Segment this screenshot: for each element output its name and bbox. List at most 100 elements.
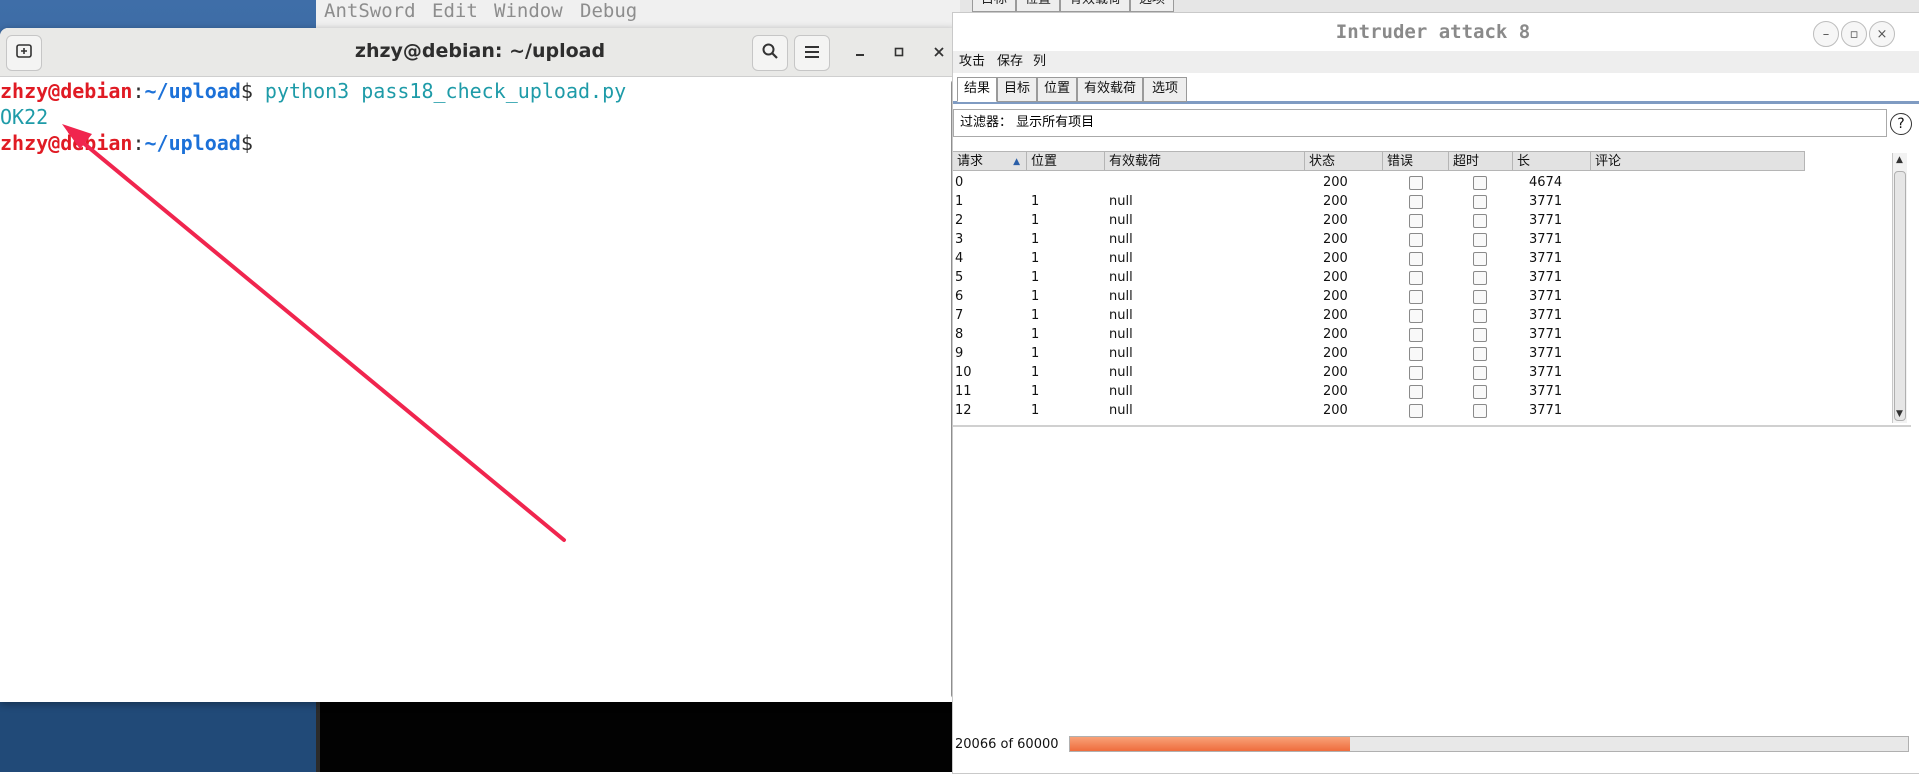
terminal-output[interactable]: zhzy@debian:~/upload$ python3 pass18_che… — [0, 76, 948, 702]
error-checkbox[interactable] — [1409, 214, 1423, 228]
table-row[interactable]: 8 1 null 200 3771 — [953, 325, 1805, 344]
table-row[interactable]: 9 1 null 200 3771 — [953, 344, 1805, 363]
close-button[interactable] — [925, 38, 953, 66]
search-button[interactable] — [752, 35, 788, 71]
cell-len: 3771 — [1529, 194, 1563, 209]
column-header-request[interactable]: 请求 ▲ — [953, 151, 1027, 171]
column-header-error[interactable]: 错误 — [1383, 151, 1449, 171]
timeout-checkbox[interactable] — [1473, 252, 1487, 266]
error-checkbox[interactable] — [1409, 309, 1423, 323]
cell-len: 3771 — [1529, 346, 1563, 361]
scrollbar-thumb[interactable] — [1894, 171, 1906, 421]
timeout-checkbox[interactable] — [1473, 233, 1487, 247]
prompt-separator: : — [132, 131, 145, 155]
cell-req: 6 — [955, 289, 964, 304]
cell-payload: null — [1109, 403, 1133, 418]
table-row[interactable]: 3 1 null 200 3771 — [953, 230, 1805, 249]
back-tab-positions[interactable]: 位置 — [1016, 0, 1061, 12]
intruder-close-button[interactable]: × — [1869, 21, 1895, 47]
antsword-menu-antsword[interactable]: AntSword — [324, 0, 416, 22]
timeout-checkbox[interactable] — [1473, 271, 1487, 285]
column-header-comment[interactable]: 评论 — [1591, 151, 1805, 171]
antsword-menu-window[interactable]: Window — [494, 0, 563, 22]
timeout-checkbox[interactable] — [1473, 195, 1487, 209]
sort-ascending-icon: ▲ — [1013, 157, 1020, 167]
cell-status: 200 — [1323, 308, 1348, 323]
cell-status: 200 — [1323, 270, 1348, 285]
minimize-button[interactable] — [846, 38, 874, 66]
timeout-checkbox[interactable] — [1473, 385, 1487, 399]
error-checkbox[interactable] — [1409, 290, 1423, 304]
error-checkbox[interactable] — [1409, 195, 1423, 209]
table-row[interactable]: 0 200 4674 — [953, 173, 1805, 192]
error-checkbox[interactable] — [1409, 404, 1423, 418]
column-header-payload[interactable]: 有效载荷 — [1105, 151, 1305, 171]
table-row[interactable]: 2 1 null 200 3771 — [953, 211, 1805, 230]
filter-bar[interactable]: 过滤器： 显示所有项目 — [953, 109, 1887, 137]
menu-button[interactable] — [794, 35, 830, 71]
table-row[interactable]: 6 1 null 200 3771 — [953, 287, 1805, 306]
timeout-checkbox[interactable] — [1473, 290, 1487, 304]
table-scrollbar[interactable]: ▲ ▼ — [1892, 153, 1907, 423]
timeout-checkbox[interactable] — [1473, 214, 1487, 228]
error-checkbox[interactable] — [1409, 271, 1423, 285]
cell-len: 3771 — [1529, 251, 1563, 266]
error-checkbox[interactable] — [1409, 385, 1423, 399]
cell-len: 3771 — [1529, 365, 1563, 380]
menu-attack[interactable]: 攻击 — [959, 51, 985, 73]
command-text: python3 pass18_check_upload.py — [252, 79, 627, 103]
maximize-button[interactable] — [885, 38, 913, 66]
timeout-checkbox[interactable] — [1473, 328, 1487, 342]
intruder-minimize-button[interactable]: – — [1813, 21, 1839, 47]
cell-pos: 1 — [1031, 327, 1040, 342]
error-checkbox[interactable] — [1409, 347, 1423, 361]
progress-bar — [1069, 736, 1909, 752]
table-row[interactable]: 1 1 null 200 3771 — [953, 192, 1805, 211]
cell-req: 3 — [955, 232, 964, 247]
tab-payloads[interactable]: 有效载荷 — [1077, 77, 1143, 102]
tab-target[interactable]: 目标 — [997, 77, 1037, 102]
tab-options[interactable]: 选项 — [1143, 77, 1187, 102]
table-row[interactable]: 5 1 null 200 3771 — [953, 268, 1805, 287]
timeout-checkbox[interactable] — [1473, 404, 1487, 418]
scroll-down-icon[interactable]: ▼ — [1896, 409, 1903, 419]
prompt-dollar: $ — [240, 131, 253, 155]
tab-results[interactable]: 结果 — [957, 77, 997, 102]
back-tab-payloads[interactable]: 有效载荷 — [1060, 0, 1131, 12]
error-checkbox[interactable] — [1409, 328, 1423, 342]
tab-positions[interactable]: 位置 — [1037, 77, 1077, 102]
antsword-menu-debug[interactable]: Debug — [580, 0, 637, 22]
table-row[interactable]: 10 1 null 200 3771 — [953, 363, 1805, 382]
help-button[interactable]: ? — [1890, 113, 1912, 135]
back-tab-options[interactable]: 选项 — [1130, 0, 1175, 12]
column-header-status[interactable]: 状态 — [1305, 151, 1383, 171]
background-window-dark — [316, 700, 960, 772]
table-row[interactable]: 11 1 null 200 3771 — [953, 382, 1805, 401]
column-header-length[interactable]: 长 — [1513, 151, 1591, 171]
intruder-maximize-button[interactable]: ▫ — [1841, 21, 1867, 47]
cell-pos: 1 — [1031, 289, 1040, 304]
timeout-checkbox[interactable] — [1473, 366, 1487, 380]
column-header-label: 请求 — [957, 154, 984, 169]
error-checkbox[interactable] — [1409, 366, 1423, 380]
error-checkbox[interactable] — [1409, 252, 1423, 266]
timeout-checkbox[interactable] — [1473, 176, 1487, 190]
antsword-menu-edit[interactable]: Edit — [432, 0, 478, 22]
back-tab-target[interactable]: 目标 — [972, 0, 1017, 12]
menu-save[interactable]: 保存 — [997, 51, 1023, 73]
cell-req: 12 — [955, 403, 972, 418]
timeout-checkbox[interactable] — [1473, 309, 1487, 323]
table-row[interactable]: 12 1 null 200 3771 — [953, 401, 1805, 420]
column-header-timeout[interactable]: 超时 — [1449, 151, 1513, 171]
error-checkbox[interactable] — [1409, 233, 1423, 247]
column-header-position[interactable]: 位置 — [1027, 151, 1105, 171]
scroll-up-icon[interactable]: ▲ — [1896, 155, 1903, 165]
timeout-checkbox[interactable] — [1473, 347, 1487, 361]
error-checkbox[interactable] — [1409, 176, 1423, 190]
cell-len: 4674 — [1529, 175, 1563, 190]
terminal-window: zhzy@debian: ~/upload zhzy@debian:~/uplo… — [0, 28, 960, 702]
menu-columns[interactable]: 列 — [1033, 51, 1046, 73]
cell-payload: null — [1109, 346, 1133, 361]
table-row[interactable]: 7 1 null 200 3771 — [953, 306, 1805, 325]
table-row[interactable]: 4 1 null 200 3771 — [953, 249, 1805, 268]
